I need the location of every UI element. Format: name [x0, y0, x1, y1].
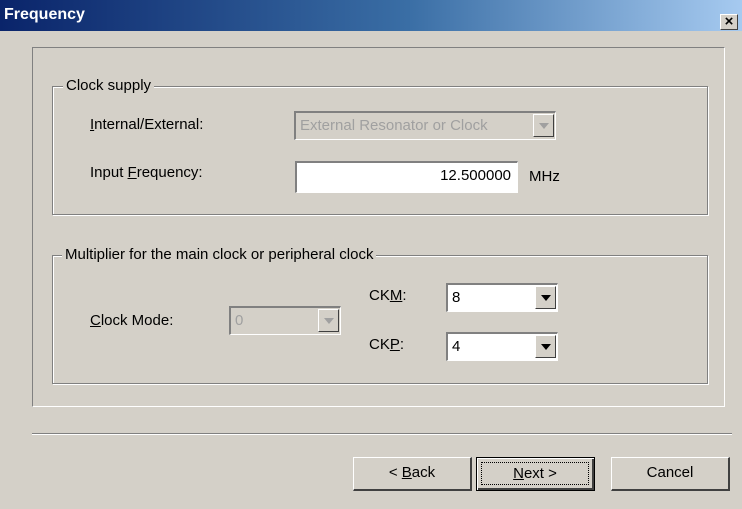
cancel-button[interactable]: Cancel: [611, 457, 730, 491]
internal-external-dropdown-button[interactable]: [533, 114, 554, 137]
ckm-select[interactable]: 8: [446, 283, 558, 312]
ckm-dropdown-button[interactable]: [535, 286, 556, 309]
clock-mode-label: Clock Mode:: [90, 312, 174, 329]
ckp-select[interactable]: 4: [446, 332, 558, 361]
clock-supply-group: Clock supply Internal/External: External…: [52, 77, 708, 215]
next-button[interactable]: Next >: [476, 457, 595, 491]
ckp-dropdown-button[interactable]: [535, 335, 556, 358]
settings-panel: Clock supply Internal/External: External…: [32, 47, 725, 407]
multiplier-group: Multiplier for the main clock or periphe…: [52, 246, 708, 384]
internal-external-select[interactable]: External Resonator or Clock: [294, 111, 556, 140]
input-frequency-field[interactable]: 12.500000: [295, 161, 518, 193]
multiplier-legend: Multiplier for the main clock or periphe…: [62, 246, 377, 263]
clock-supply-legend: Clock supply: [63, 77, 155, 94]
ckp-value: 4: [452, 338, 461, 355]
back-button[interactable]: < Back: [353, 457, 472, 491]
title-bar[interactable]: Frequency ×: [0, 0, 742, 31]
chevron-down-icon: [539, 123, 549, 129]
internal-external-label: Internal/External:: [90, 116, 204, 133]
ckp-label: CKP:: [369, 336, 405, 353]
clock-mode-select[interactable]: 0: [229, 306, 341, 335]
internal-external-value: External Resonator or Clock: [300, 117, 488, 134]
clock-mode-value: 0: [235, 312, 244, 329]
ckm-label: CKM:: [369, 287, 407, 304]
clock-mode-dropdown-button[interactable]: [318, 309, 339, 332]
close-icon: ×: [724, 13, 734, 30]
input-frequency-label: Input Frequency:: [90, 164, 203, 181]
chevron-down-icon: [541, 295, 551, 301]
close-button[interactable]: ×: [720, 14, 738, 30]
chevron-down-icon: [541, 344, 551, 350]
ckm-value: 8: [452, 289, 461, 306]
window-title: Frequency: [4, 6, 85, 23]
frequency-unit: MHz: [529, 168, 560, 185]
chevron-down-icon: [324, 318, 334, 324]
button-separator: [32, 433, 732, 435]
focus-rect: Next >: [481, 462, 589, 485]
